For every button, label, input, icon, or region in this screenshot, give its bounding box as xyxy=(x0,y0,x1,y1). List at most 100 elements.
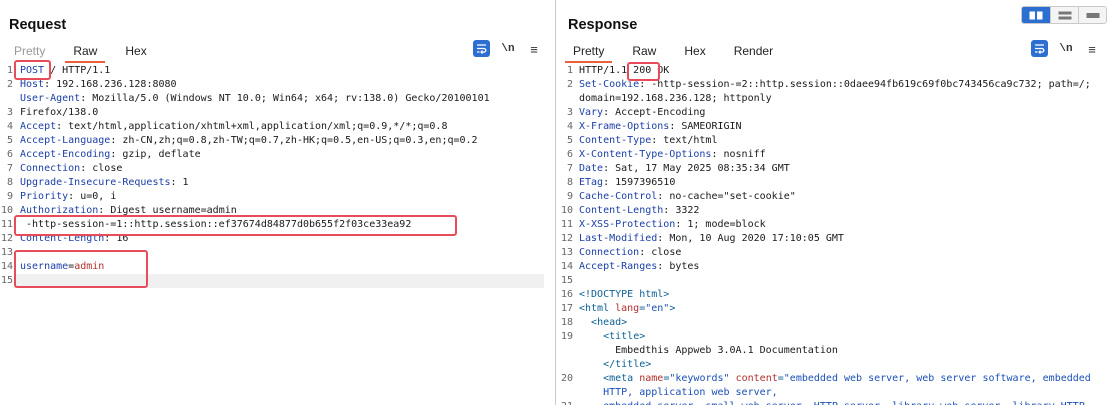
response-tabs: Pretty Raw Hex Render xyxy=(565,42,781,63)
line-number: 12 xyxy=(0,233,13,244)
line-number: 7 xyxy=(566,163,573,174)
request-code-line: 9 Priority: u=0, i xyxy=(0,190,555,204)
token: : close xyxy=(639,247,682,258)
response-code-line: 7 Date: Sat, 17 May 2025 08:35:34 GMT xyxy=(557,162,1114,176)
line-number: 11 xyxy=(560,219,573,230)
token: Embedthis Appweb 3.0A.1 Documentation xyxy=(579,345,838,356)
response-tab-hex[interactable]: Hex xyxy=(676,42,713,62)
token: Content-Type xyxy=(579,135,652,146)
token: <head> xyxy=(591,317,628,328)
token: : SAMEORIGIN xyxy=(669,121,742,132)
request-pane: Request Pretty Raw Hex \n ≡ 1 POST / HTTP… xyxy=(0,0,556,405)
response-code-line: 5 Content-Type: text/html xyxy=(557,134,1114,148)
line-number: 20 xyxy=(560,373,573,384)
response-tab-pretty[interactable]: Pretty xyxy=(565,42,613,63)
response-code-line: 6 X-Content-Type-Options: nosniff xyxy=(557,148,1114,162)
top-bottom-icon[interactable] xyxy=(1050,7,1078,23)
token: domain=192.168.236.128; httponly xyxy=(579,93,772,104)
token: > xyxy=(669,303,676,314)
request-newline-toggle[interactable]: \n xyxy=(499,40,517,58)
request-code-line: 2 Host: 192.168.236.128:8080 xyxy=(0,78,555,92)
code-text: <title> xyxy=(579,330,645,344)
layout-toggle xyxy=(1021,6,1107,24)
code-text: Embedthis Appweb 3.0A.1 Documentation xyxy=(579,344,838,358)
code-text: Accept: text/html,application/xhtml+xml,… xyxy=(20,120,447,134)
response-title: Response xyxy=(568,17,638,33)
token: X-XSS-Protection xyxy=(579,219,676,230)
request-tab-hex[interactable]: Hex xyxy=(117,42,154,62)
token: Connection xyxy=(20,163,81,174)
line-number: 9 xyxy=(6,191,13,202)
token: / HTTP/1.1 xyxy=(44,65,111,76)
response-wrap-lines-icon[interactable] xyxy=(1031,40,1048,57)
token: : zh-CN,zh;q=0.8,zh-TW;q=0.7,zh-HK;q=0.5… xyxy=(110,135,478,146)
side-by-side-icon[interactable] xyxy=(1022,7,1050,23)
response-menu-icon[interactable]: ≡ xyxy=(1085,40,1099,58)
token: lang xyxy=(615,303,640,314)
code-text: -http-session-=1::http.session::ef37674d… xyxy=(20,218,411,232)
request-wrap-lines-icon[interactable] xyxy=(473,40,490,57)
line-number: 3 xyxy=(566,107,573,118)
token: -http-session-=1::http.session::ef37674d… xyxy=(20,219,412,230)
code-text: Cache-Control: no-cache="set-cookie" xyxy=(579,190,796,204)
token: Accept-Encoding xyxy=(20,149,111,160)
request-menu-icon[interactable]: ≡ xyxy=(527,40,541,58)
response-editor[interactable]: 1 HTTP/1.1 200 OK 2 Set-Cookie: -http-sessi… xyxy=(557,64,1114,405)
token: <!DOCTYPE html> xyxy=(579,289,670,300)
token: ETag xyxy=(579,177,604,188)
line-number: 13 xyxy=(560,247,573,258)
response-code-line: 1 HTTP/1.1 200 OK xyxy=(557,64,1114,78)
line-number: 15 xyxy=(560,275,573,286)
token: : nosniff xyxy=(711,149,766,160)
request-code-line: 12 Content-Length: 16 xyxy=(0,232,555,246)
token: Set-Cookie xyxy=(579,79,640,90)
request-code-line: 15 xyxy=(0,274,555,288)
response-newline-toggle[interactable]: \n xyxy=(1057,40,1075,58)
request-code-line: 6 Accept-Encoding: gzip, deflate xyxy=(0,148,555,162)
token: User-Agent xyxy=(20,93,81,104)
token: Vary xyxy=(579,107,604,118)
response-tab-raw[interactable]: Raw xyxy=(624,42,664,62)
token: Firefox/138.0 xyxy=(20,107,99,118)
token: : close xyxy=(80,163,123,174)
code-text: domain=192.168.236.128; httponly xyxy=(579,92,772,106)
token: content xyxy=(735,373,778,384)
response-code-line: </title> xyxy=(557,358,1114,372)
token: embedded server, small web server, HTTP … xyxy=(579,401,1085,405)
token: name xyxy=(639,373,664,384)
line-number: 1 xyxy=(566,65,573,76)
request-tab-pretty[interactable]: Pretty xyxy=(6,42,53,62)
response-tab-render[interactable]: Render xyxy=(726,42,781,62)
request-tab-raw[interactable]: Raw xyxy=(65,42,106,63)
code-text: Upgrade-Insecure-Requests: 1 xyxy=(20,176,189,190)
token: : Mozilla/5.0 (Windows NT 10.0; Win64; x… xyxy=(80,93,490,104)
response-code-line: HTTP, application web server, xyxy=(557,386,1114,400)
tabbed-icon[interactable] xyxy=(1078,7,1106,23)
response-code-line: 4 X-Frame-Options: SAMEORIGIN xyxy=(557,120,1114,134)
line-number: 6 xyxy=(6,149,13,160)
token: <title> xyxy=(603,331,646,342)
response-code-line: 12 Last-Modified: Mon, 10 Aug 2020 17:10:… xyxy=(557,232,1114,246)
code-text: Firefox/138.0 xyxy=(20,106,98,120)
code-text: X-Frame-Options: SAMEORIGIN xyxy=(579,120,742,134)
code-text: <head> xyxy=(579,316,627,330)
line-number: 5 xyxy=(6,135,13,146)
token: Date xyxy=(579,163,604,174)
code-text: X-Content-Type-Options: nosniff xyxy=(579,148,766,162)
line-number: 10 xyxy=(560,205,573,216)
code-text: HTTP/1.1 200 OK xyxy=(579,64,669,78)
code-text: <html lang="en"> xyxy=(579,302,675,316)
token: Accept-Ranges xyxy=(579,261,658,272)
line-number: 19 xyxy=(560,331,573,342)
request-editor[interactable]: 1 POST / HTTP/1.1 2 Host: 192.168.236.128:8… xyxy=(0,64,555,405)
line-number: 4 xyxy=(6,121,13,132)
code-text: Accept-Ranges: bytes xyxy=(579,260,699,274)
token: : Accept-Encoding xyxy=(603,107,706,118)
line-number: 14 xyxy=(0,261,13,272)
token: admin xyxy=(74,261,105,272)
token: : 1 xyxy=(170,177,189,188)
token: : 3322 xyxy=(663,205,700,216)
response-code-line: 19 <title> xyxy=(557,330,1114,344)
